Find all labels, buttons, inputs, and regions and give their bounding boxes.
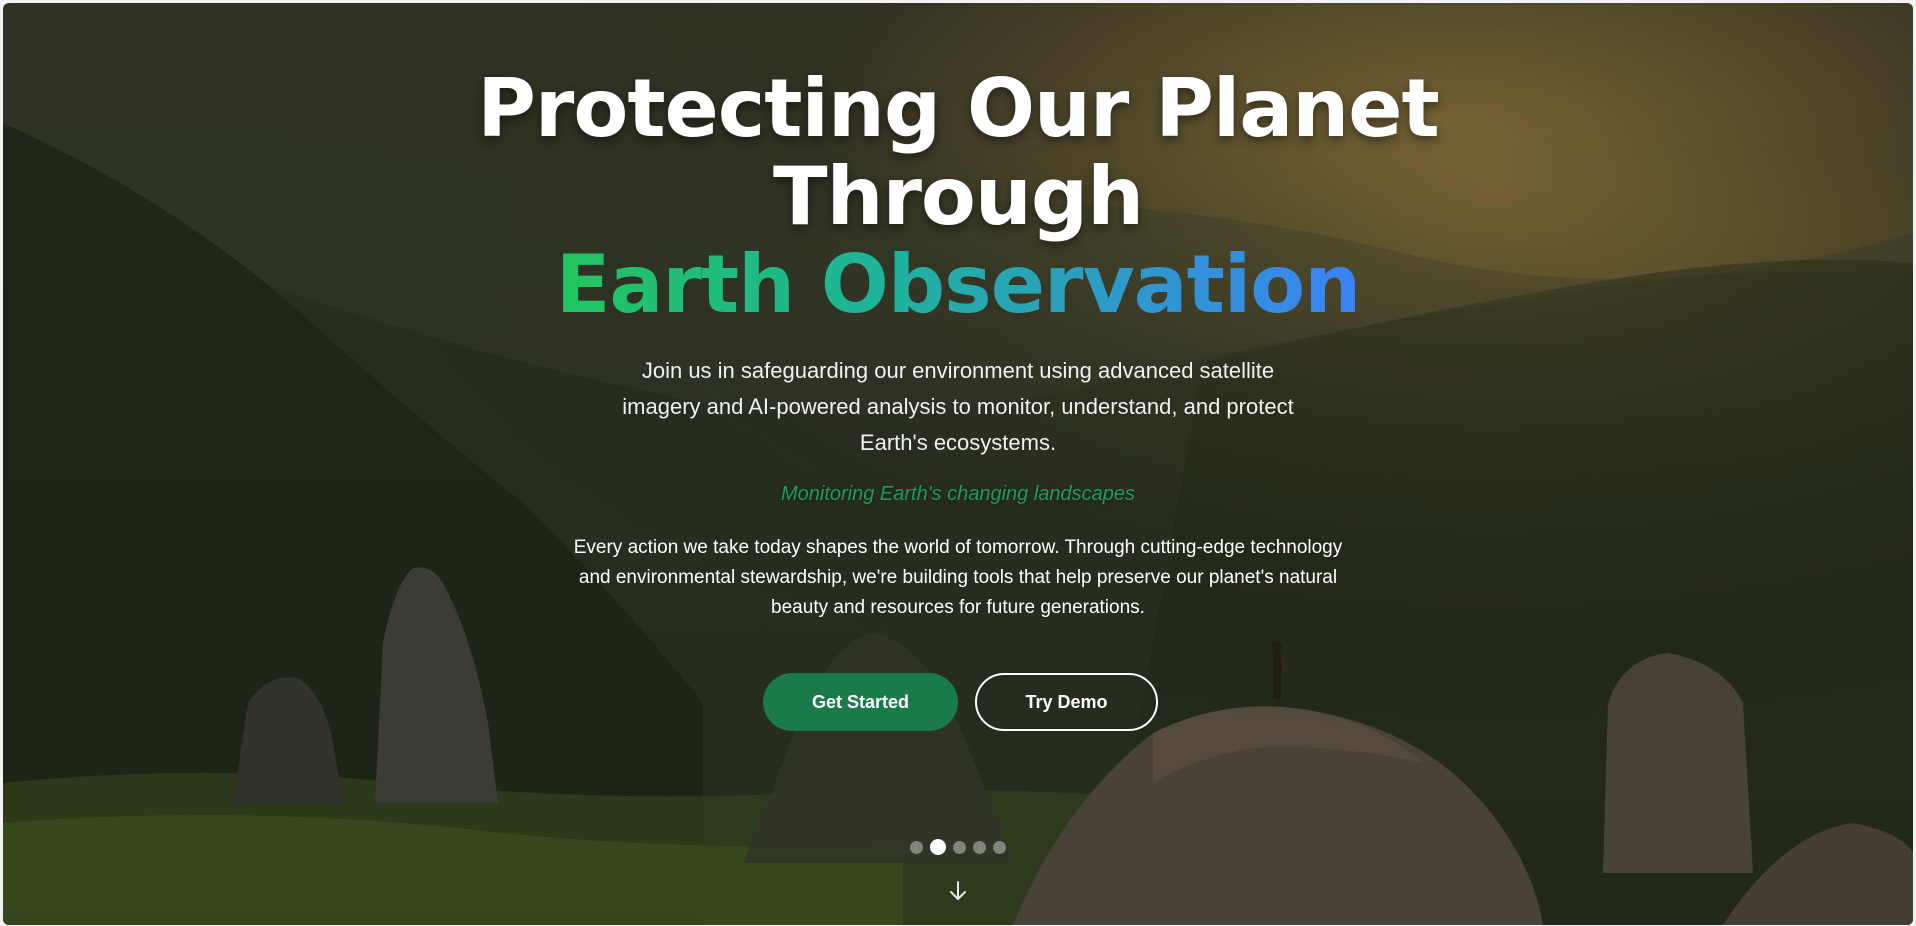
hero-section: Protecting Our Planet Through Earth Obse…	[3, 3, 1913, 925]
hero-body-text: Every action we take today shapes the wo…	[573, 537, 1343, 618]
headline-line-1: Protecting Our Planet	[477, 62, 1439, 155]
try-demo-button[interactable]: Try Demo	[975, 673, 1158, 731]
carousel-dots	[3, 839, 1913, 855]
hero-tagline: Monitoring Earth's changing landscapes	[780, 483, 1136, 505]
hero-lead-text: Join us in safeguarding our environment …	[622, 358, 1294, 455]
get-started-button[interactable]: Get Started	[763, 673, 958, 731]
carousel-dot-3[interactable]	[953, 840, 966, 854]
carousel-dot-4[interactable]	[973, 840, 986, 854]
arrow-down-icon[interactable]	[947, 879, 969, 903]
headline-line-2: Through	[772, 150, 1144, 243]
carousel-dot-1[interactable]	[910, 840, 923, 854]
carousel-dot-2[interactable]	[930, 839, 946, 855]
headline-highlight: Earth Observation	[555, 238, 1361, 331]
carousel-dot-5[interactable]	[993, 840, 1006, 854]
